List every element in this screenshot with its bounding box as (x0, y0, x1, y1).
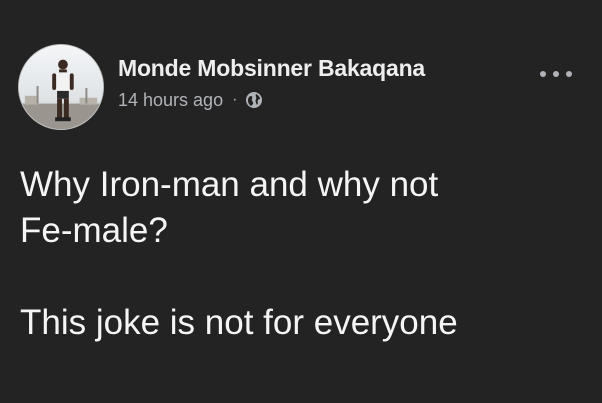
post-text-line: Why Iron-man and why not (20, 165, 439, 204)
more-dot (553, 71, 559, 77)
more-dot (540, 71, 546, 77)
post-text: Why Iron-man and why not Fe-male? This j… (20, 162, 590, 346)
more-options-icon[interactable] (540, 68, 572, 80)
post-card: Monde Mobsinner Bakaqana 14 hours ago · … (0, 0, 602, 403)
post-text-line: Fe-male? (20, 211, 168, 250)
meta-separator: · (232, 91, 238, 108)
post-timestamp[interactable]: 14 hours ago (118, 90, 223, 111)
avatar[interactable] (18, 44, 104, 130)
post-meta: 14 hours ago · (118, 90, 263, 110)
profile-photo (19, 45, 103, 129)
author-name[interactable]: Monde Mobsinner Bakaqana (118, 55, 425, 82)
post-text-line: This joke is not for everyone (20, 303, 458, 342)
post-header: Monde Mobsinner Bakaqana 14 hours ago · (18, 44, 584, 134)
globe-icon[interactable] (245, 91, 263, 109)
more-dot (566, 71, 572, 77)
